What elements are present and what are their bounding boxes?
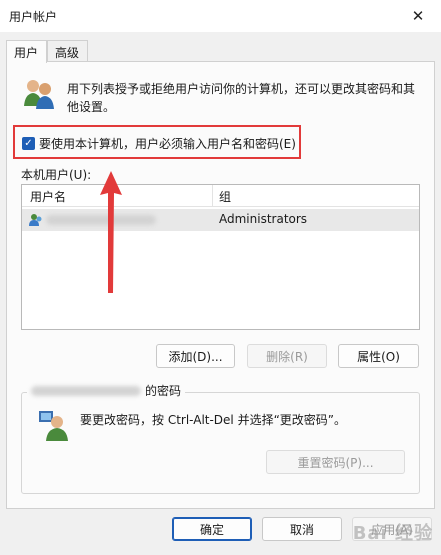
add-user-button[interactable]: 添加(D)... — [156, 344, 235, 368]
info-text: 用下列表授予或拒绝用户访问你的计算机，还可以更改其密码和其他设置。 — [67, 82, 416, 114]
ok-button[interactable]: 确定 — [172, 517, 252, 541]
ok-label: 确定 — [199, 522, 224, 537]
users-icon — [21, 76, 57, 112]
user-icon — [28, 212, 44, 228]
require-password-label: 要使用本计算机，用户必须输入用户名和密码(E) — [39, 137, 296, 151]
change-password-instructions: 要更改密码，按 Ctrl-Alt-Del 并选择“更改密码”。 — [80, 413, 347, 427]
tab-advanced[interactable]: 高级 — [47, 40, 88, 62]
column-header-group[interactable]: 组 — [219, 188, 231, 205]
checkmark-icon: ✓ — [24, 137, 33, 149]
reset-password-button[interactable]: 重置密码(P)... — [266, 450, 405, 474]
watermark: Bai 经验 — [352, 523, 433, 544]
local-users-label: 本机用户(U): — [21, 168, 92, 182]
password-group-title: 的密码 — [27, 382, 186, 399]
window-title: 用户帐户 — [9, 10, 58, 24]
reset-password-label: 重置密码(P)... — [297, 455, 374, 470]
remove-user-label: 删除(R) — [266, 349, 308, 364]
cancel-label: 取消 — [289, 522, 314, 537]
annotation-arrow-icon — [100, 171, 122, 293]
users-listview[interactable]: 用户名 组 Administrators — [21, 184, 420, 330]
close-icon: ✕ — [411, 7, 425, 25]
column-header-username[interactable]: 用户名 — [30, 188, 66, 205]
require-password-checkbox[interactable]: ✓ — [22, 137, 35, 150]
users-tab-panel: 用下列表授予或拒绝用户访问你的计算机，还可以更改其密码和其他设置。 ✓ 要使用本… — [6, 61, 435, 509]
user-computer-icon — [37, 408, 69, 442]
tab-strip: 用户 高级 — [0, 40, 441, 63]
title-bar: 用户帐户 ✕ — [0, 0, 441, 32]
tab-users-label: 用户 — [14, 46, 39, 60]
tab-users[interactable]: 用户 — [6, 40, 47, 63]
close-button[interactable]: ✕ — [395, 0, 441, 32]
add-user-label: 添加(D)... — [168, 349, 223, 364]
properties-button[interactable]: 属性(O) — [338, 344, 419, 368]
remove-user-button[interactable]: 删除(R) — [247, 344, 327, 368]
password-groupbox — [21, 392, 420, 494]
column-divider[interactable] — [212, 185, 213, 207]
cancel-button[interactable]: 取消 — [262, 517, 342, 541]
listview-header: 用户名 组 — [22, 185, 419, 207]
properties-label: 属性(O) — [357, 349, 400, 364]
table-row[interactable]: Administrators — [22, 209, 419, 231]
tab-advanced-label: 高级 — [55, 46, 80, 60]
redacted-user-name — [31, 385, 141, 396]
password-group-title-text: 的密码 — [145, 384, 182, 398]
user-group: Administrators — [219, 212, 308, 226]
